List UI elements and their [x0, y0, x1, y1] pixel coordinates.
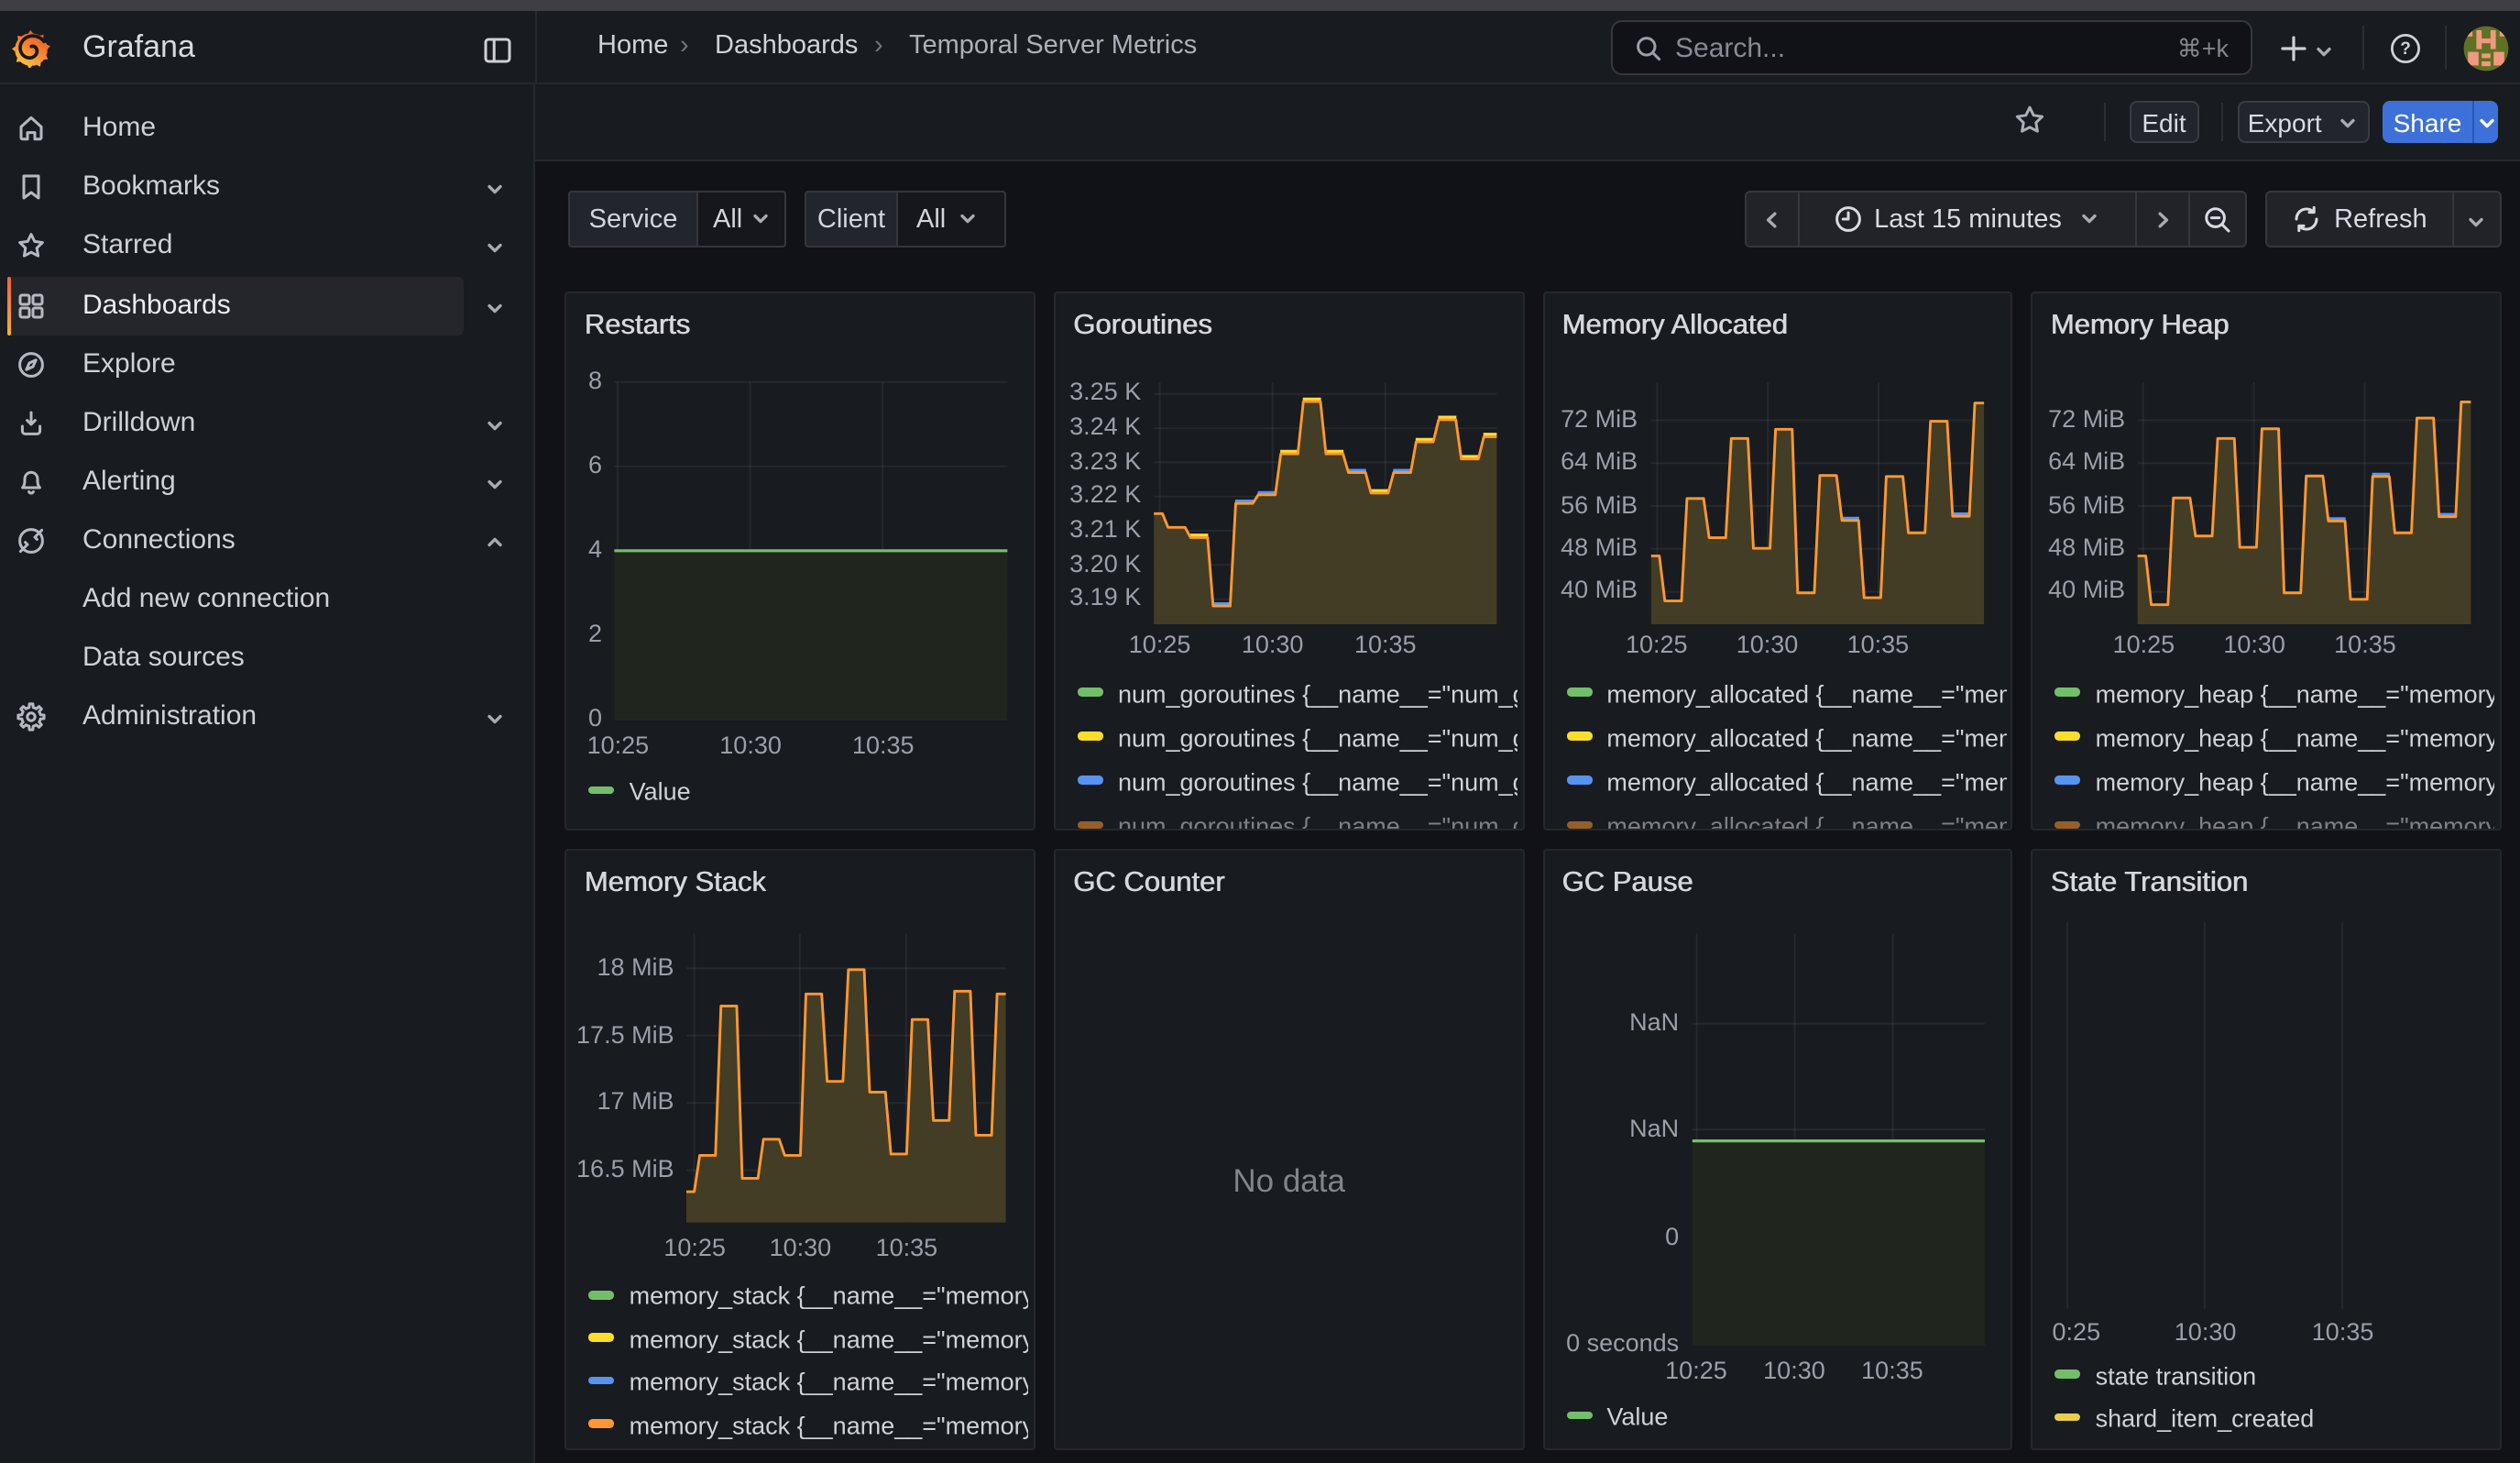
- svg-text:?: ?: [2400, 39, 2411, 59]
